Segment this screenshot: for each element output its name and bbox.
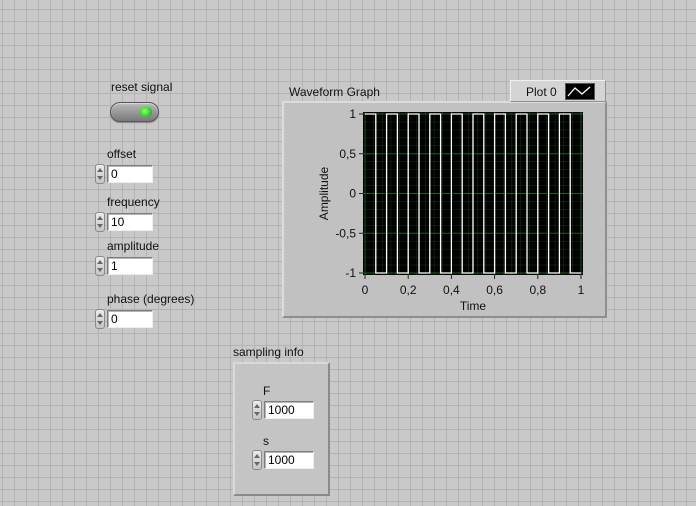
x-tick-label: 0,8	[529, 283, 546, 297]
sampling-s-control: 1000	[252, 450, 315, 470]
sampling-f-input[interactable]: 1000	[264, 401, 314, 419]
amplitude-label: amplitude	[107, 239, 160, 253]
decrement-arrow-icon[interactable]	[97, 321, 103, 325]
y-tick-label: -0,5	[335, 226, 356, 240]
sampling-info-label: sampling info	[233, 345, 304, 359]
amplitude-spinner[interactable]	[95, 256, 105, 276]
increment-arrow-icon[interactable]	[97, 168, 103, 172]
increment-arrow-icon[interactable]	[97, 313, 103, 317]
frequency-label: frequency	[107, 195, 160, 209]
increment-arrow-icon[interactable]	[254, 404, 260, 408]
offset-label: offset	[107, 147, 137, 161]
decrement-arrow-icon[interactable]	[97, 176, 103, 180]
reset-signal-button[interactable]	[110, 102, 159, 122]
phase-input[interactable]: 0	[107, 310, 153, 328]
led-indicator	[140, 107, 152, 117]
plot-legend[interactable]: Plot 0	[510, 80, 606, 102]
x-tick-label: 0,2	[400, 283, 417, 297]
graph-axes: 1 0,5 0 -0,5 -1 0 0,2 0,4 0,6 0,8 1 Time Amplitude	[317, 107, 585, 313]
graph-title: Waveform Graph	[289, 85, 380, 99]
offset-input[interactable]: 0	[107, 165, 153, 183]
decrement-arrow-icon[interactable]	[254, 412, 260, 416]
frequency-input[interactable]: 10	[107, 213, 153, 231]
sampling-s-input[interactable]: 1000	[264, 451, 314, 469]
sampling-f-control: 1000	[252, 400, 315, 420]
decrement-arrow-icon[interactable]	[97, 224, 103, 228]
frequency-spinner[interactable]	[95, 212, 105, 232]
sampling-f-spinner[interactable]	[252, 400, 262, 420]
increment-arrow-icon[interactable]	[97, 216, 103, 220]
x-tick-label: 0	[362, 283, 369, 297]
phase-control: 0	[95, 309, 158, 329]
y-tick-label: 0,5	[339, 147, 356, 161]
x-axis-label: Time	[460, 299, 487, 313]
frequency-control: 10	[95, 212, 158, 232]
x-tick-label: 1	[578, 283, 585, 297]
y-tick-label: 0	[349, 187, 356, 201]
decrement-arrow-icon[interactable]	[97, 268, 103, 272]
y-axis-label: Amplitude	[317, 167, 331, 221]
increment-arrow-icon[interactable]	[254, 454, 260, 458]
sampling-info-cluster	[233, 362, 330, 496]
amplitude-input[interactable]: 1	[107, 257, 153, 275]
legend-plot-name: Plot 0	[526, 85, 557, 99]
offset-spinner[interactable]	[95, 164, 105, 184]
sampling-s-spinner[interactable]	[252, 450, 262, 470]
y-tick-label: -1	[345, 266, 356, 280]
sampling-s-label: s	[263, 434, 269, 448]
y-tick-label: 1	[349, 107, 356, 121]
sampling-f-label: F	[263, 384, 271, 398]
reset-signal-label: reset signal	[111, 80, 173, 94]
x-tick-label: 0,4	[443, 283, 460, 297]
offset-control: 0	[95, 164, 158, 184]
increment-arrow-icon[interactable]	[97, 260, 103, 264]
amplitude-control: 1	[95, 256, 158, 276]
phase-label: phase (degrees)	[107, 292, 195, 306]
phase-spinner[interactable]	[95, 309, 105, 329]
line-plot-icon[interactable]	[565, 83, 595, 100]
x-tick-label: 0,6	[486, 283, 503, 297]
decrement-arrow-icon[interactable]	[254, 462, 260, 466]
